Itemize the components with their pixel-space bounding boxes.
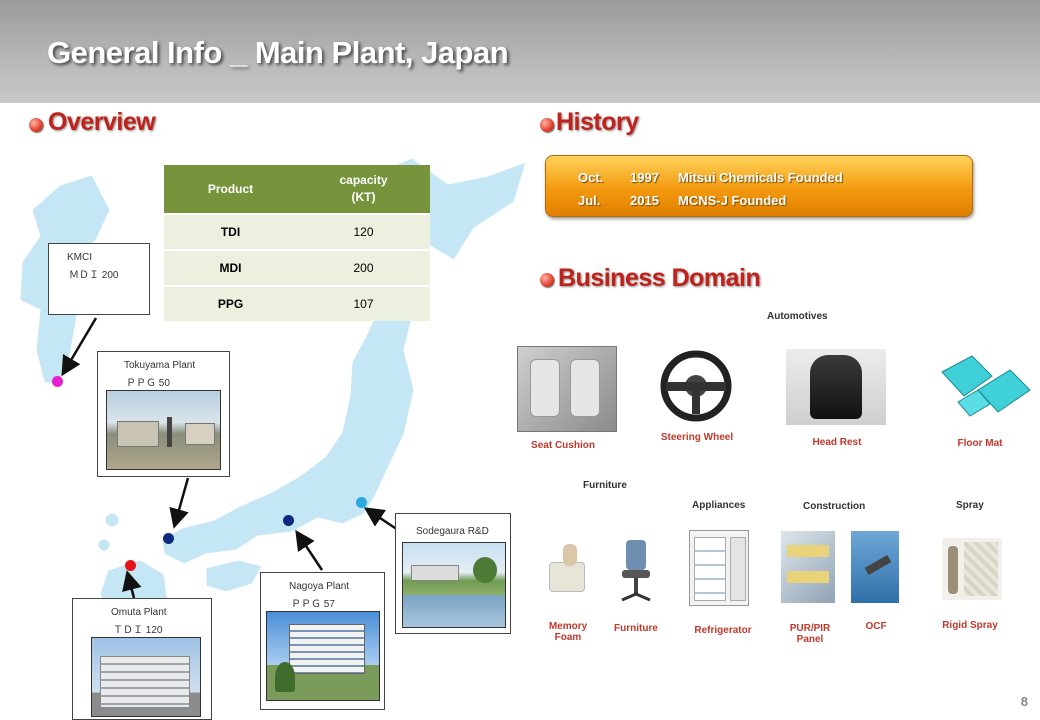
refrigerator-label: Refrigerator [694, 625, 752, 636]
category-appliances: Appliances [692, 500, 746, 511]
omuta-plant-photo [91, 637, 201, 717]
tokuyama-name: Tokuyama Plant [124, 360, 196, 371]
nagoya-name: Nagoya Plant [289, 581, 350, 592]
sodegaura-marker [356, 497, 367, 508]
ocf-label: OCF [865, 621, 887, 632]
tokuyama-callout: Tokuyama Plant ＰＰＧ 50 [97, 351, 230, 477]
category-furniture: Furniture [583, 480, 627, 491]
nagoya-callout: Nagoya Plant ＰＰＧ 57 [260, 572, 385, 710]
floor-mat-image [941, 355, 1031, 417]
arrow-tokuyama [169, 477, 190, 529]
ocf-image [851, 531, 899, 603]
pur-pir-panel-image [781, 531, 835, 603]
category-spray: Spray [956, 500, 984, 511]
omuta-capacity: ＴＤＩ 120 [113, 625, 163, 636]
memory-foam-image [545, 540, 589, 600]
rigid-spray-image [942, 538, 1002, 600]
history-event: Oct. 1997 Mitsui Chemicals Founded [578, 170, 843, 185]
history-event: Jul. 2015 MCNS-J Founded [578, 193, 787, 208]
steering-wheel-image [660, 350, 732, 422]
category-construction: Construction [803, 501, 866, 512]
kmci-marker [52, 376, 63, 387]
furniture-label: Furniture [614, 623, 658, 634]
sodegaura-name: Sodegaura R&D [416, 526, 489, 537]
head-rest-label: Head Rest [812, 437, 862, 448]
tokuyama-plant-photo [106, 390, 221, 470]
nagoya-marker [283, 515, 294, 526]
nagoya-capacity: ＰＰＧ 57 [291, 599, 335, 610]
kmci-name: KMCI [67, 252, 92, 263]
tokuyama-marker [163, 533, 174, 544]
bullet-icon [540, 118, 554, 132]
sodegaura-rd-photo [402, 542, 506, 628]
head-rest-image [786, 349, 886, 425]
steering-wheel-label: Steering Wheel [660, 432, 734, 443]
arrow-nagoya [295, 529, 324, 571]
seat-cushion-image [517, 346, 617, 432]
refrigerator-image [689, 530, 749, 606]
floor-mat-label: Floor Mat [957, 438, 1003, 449]
nagoya-plant-photo [266, 611, 380, 701]
arrow-sodegaura [363, 507, 399, 532]
memory-foam-label: Memory Foam [548, 621, 588, 643]
sodegaura-callout: Sodegaura R&D [395, 513, 511, 634]
omuta-name: Omuta Plant [111, 607, 167, 618]
category-automotives: Automotives [767, 311, 828, 322]
history-timeline: Oct. 1997 Mitsui Chemicals Founded Jul. … [545, 155, 973, 217]
omuta-callout: Omuta Plant ＴＤＩ 120 [72, 598, 212, 720]
history-heading: History [556, 108, 639, 136]
office-chair-image [621, 540, 651, 602]
tokuyama-capacity: ＰＰＧ 50 [126, 378, 170, 389]
seat-cushion-label: Seat Cushion [531, 440, 595, 451]
kmci-callout: KMCI ＭＤＩ 200 [48, 243, 150, 315]
omuta-marker [125, 560, 136, 571]
bullet-icon [540, 273, 554, 287]
pur-pir-panel-label: PUR/PIR Panel [789, 623, 831, 645]
arrow-omuta [122, 570, 142, 599]
arrow-kmci [61, 317, 98, 377]
page-number: 8 [1020, 694, 1028, 709]
kmci-capacity: ＭＤＩ 200 [69, 270, 119, 281]
rigid-spray-label: Rigid Spray [942, 620, 998, 631]
business-domain-heading: Business Domain [558, 264, 761, 292]
